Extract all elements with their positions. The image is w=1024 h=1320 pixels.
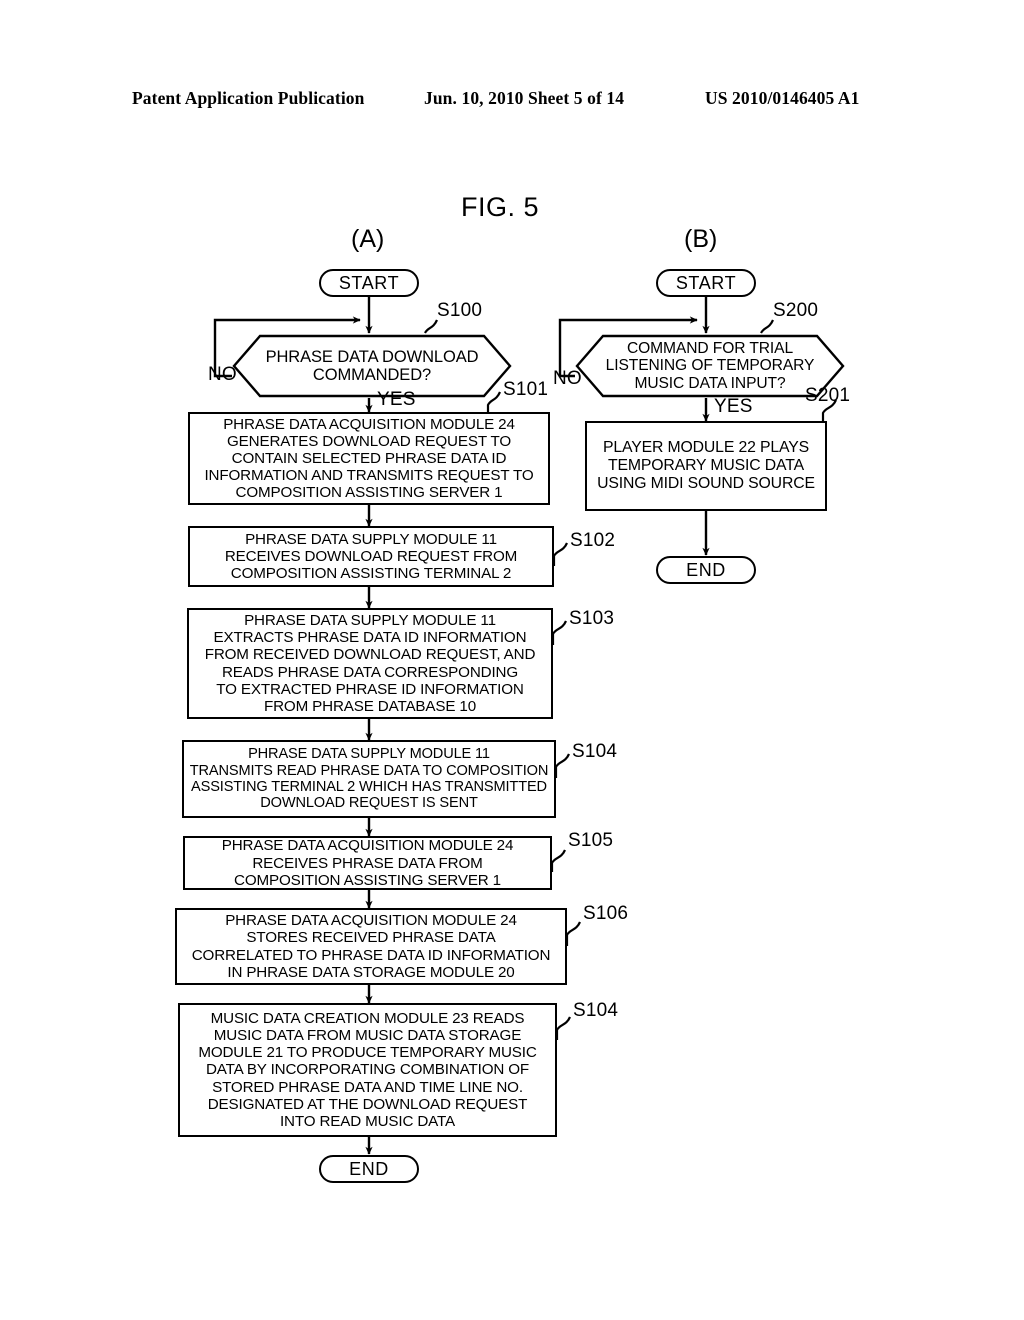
panel-a-step-final: MUSIC DATA CREATION MODULE 23 READS MUSI…	[178, 1003, 557, 1137]
panel-b-start-terminal: START	[656, 269, 756, 297]
panel-b-step-s201: PLAYER MODULE 22 PLAYS TEMPORARY MUSIC D…	[585, 421, 827, 511]
panel-a-step-s106: PHRASE DATA ACQUISITION MODULE 24 STORES…	[175, 908, 567, 985]
panel-a-step-s103: PHRASE DATA SUPPLY MODULE 11 EXTRACTS PH…	[187, 608, 553, 719]
publication-header-date-sheet: Jun. 10, 2010 Sheet 5 of 14	[424, 88, 625, 108]
panel-a-decision-s100: PHRASE DATA DOWNLOAD COMMANDED?	[232, 334, 512, 398]
panel-b-caption: (B)	[684, 225, 718, 253]
panel-b-branch-no: NO	[553, 368, 582, 389]
step-label-s102: S102	[570, 530, 616, 551]
figure-title: FIG. 5	[461, 192, 540, 222]
panel-a-branch-no: NO	[208, 364, 237, 385]
panel-b-end-label: END	[686, 559, 726, 580]
step-label-s100: S100	[437, 300, 483, 321]
panel-a-start-label: START	[338, 272, 400, 293]
panel-a-decision-s100-text: PHRASE DATA DOWNLOAD COMMANDED?	[265, 347, 479, 384]
panel-a-step-s101-text: PHRASE DATA ACQUISITION MODULE 24 GENERA…	[204, 415, 534, 502]
panel-a-step-final-text: MUSIC DATA CREATION MODULE 23 READS MUSI…	[198, 1010, 537, 1130]
panel-a-step-s106-text: PHRASE DATA ACQUISITION MODULE 24 STORES…	[191, 912, 551, 981]
panel-a-step-s102: PHRASE DATA SUPPLY MODULE 11 RECEIVES DO…	[188, 526, 554, 587]
panel-a-step-s103-text: PHRASE DATA SUPPLY MODULE 11 EXTRACTS PH…	[204, 612, 536, 715]
publication-header-number: US 2010/0146405 A1	[705, 88, 860, 108]
panel-a-branch-yes: YES	[377, 389, 416, 410]
panel-a-step-s102-text: PHRASE DATA SUPPLY MODULE 11 RECEIVES DO…	[224, 530, 518, 582]
panel-a-step-s105: PHRASE DATA ACQUISITION MODULE 24 RECEIV…	[183, 836, 552, 890]
panel-a-step-s101: PHRASE DATA ACQUISITION MODULE 24 GENERA…	[188, 412, 550, 505]
panel-a-step-s104-text: PHRASE DATA SUPPLY MODULE 11 TRANSMITS R…	[189, 746, 549, 812]
panel-a-step-s104: PHRASE DATA SUPPLY MODULE 11 TRANSMITS R…	[182, 740, 556, 818]
step-label-s104-b: S104	[573, 1000, 619, 1021]
step-label-s201: S201	[805, 385, 851, 406]
panel-a-end-terminal: END	[319, 1155, 419, 1183]
step-label-s101: S101	[503, 379, 549, 400]
step-label-s105: S105	[568, 830, 614, 851]
panel-b-end-terminal: END	[656, 556, 756, 584]
step-label-s103: S103	[569, 608, 615, 629]
publication-header-left: Patent Application Publication	[132, 88, 365, 108]
panel-a-step-s105-text: PHRASE DATA ACQUISITION MODULE 24 RECEIV…	[221, 837, 514, 889]
publication-header: Patent Application Publication Jun. 10, …	[0, 88, 1024, 112]
panel-a-caption: (A)	[351, 225, 385, 253]
step-label-s106: S106	[583, 903, 629, 924]
panel-a-end-label: END	[349, 1158, 389, 1179]
step-label-s104-a: S104	[572, 741, 618, 762]
step-label-s200: S200	[773, 300, 819, 321]
panel-b-step-s201-text: PLAYER MODULE 22 PLAYS TEMPORARY MUSIC D…	[597, 439, 815, 492]
panel-b-branch-yes: YES	[714, 396, 753, 417]
panel-a-start-terminal: START	[319, 269, 419, 297]
panel-b-start-label: START	[675, 272, 737, 293]
